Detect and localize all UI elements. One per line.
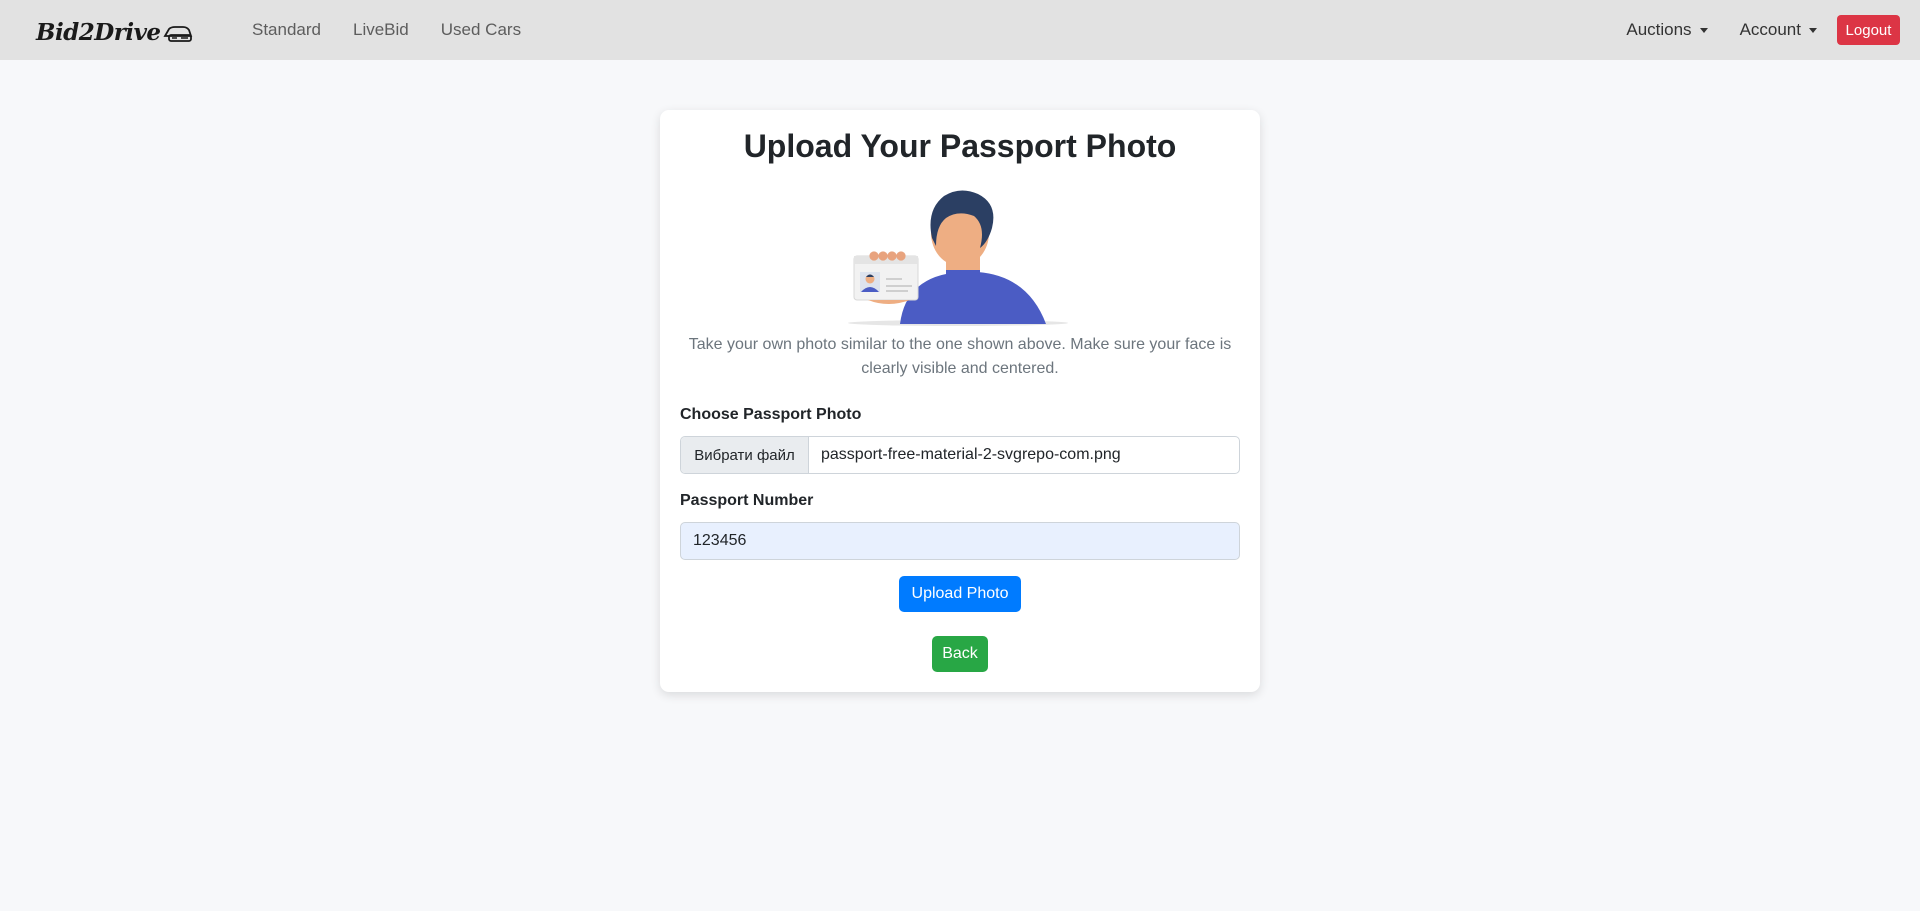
passport-number-label: Passport Number <box>680 492 814 509</box>
passport-number-input[interactable] <box>680 522 1240 560</box>
passport-file-input[interactable]: Вибрати файл passport-free-material-2-sv… <box>680 436 1240 474</box>
account-label: Account <box>1739 20 1801 39</box>
auctions-dropdown[interactable]: Auctions <box>1626 20 1708 40</box>
brand-logo[interactable]: Bid2Drive <box>36 18 193 46</box>
car-logo-icon <box>163 26 192 42</box>
passport-illustration <box>848 190 1068 326</box>
brand-text: Bid2Drive <box>36 18 161 46</box>
logout-button[interactable]: Logout <box>1837 15 1900 45</box>
file-label: Choose Passport Photo <box>680 406 862 423</box>
selected-file-name: passport-free-material-2-svgrepo-com.png <box>821 446 1121 463</box>
caret-down-icon <box>1809 27 1817 33</box>
caret-down-icon <box>1699 27 1708 33</box>
page-title: Upload Your Passport Photo <box>743 128 1177 164</box>
nav-links: Standard LiveBid Used Cars <box>252 0 553 60</box>
account-dropdown[interactable]: Account <box>1740 20 1817 40</box>
auctions-label: Auctions <box>1626 20 1692 39</box>
nav-link-used-cars[interactable]: Used Cars <box>441 0 521 60</box>
choose-file-button[interactable]: Вибрати файл <box>681 437 809 473</box>
nav-link-standard[interactable]: Standard <box>252 0 321 60</box>
back-button[interactable]: Back <box>932 636 988 672</box>
upload-photo-button[interactable]: Upload Photo <box>899 576 1021 612</box>
navbar: Bid2Drive Standard LiveBid Used Cars Auc… <box>0 0 1920 60</box>
nav-right: Auctions Account Logout <box>1626 0 1900 60</box>
instruction-text: Take your own photo similar to the one s… <box>688 336 1232 377</box>
nav-link-livebid[interactable]: LiveBid <box>353 0 409 60</box>
